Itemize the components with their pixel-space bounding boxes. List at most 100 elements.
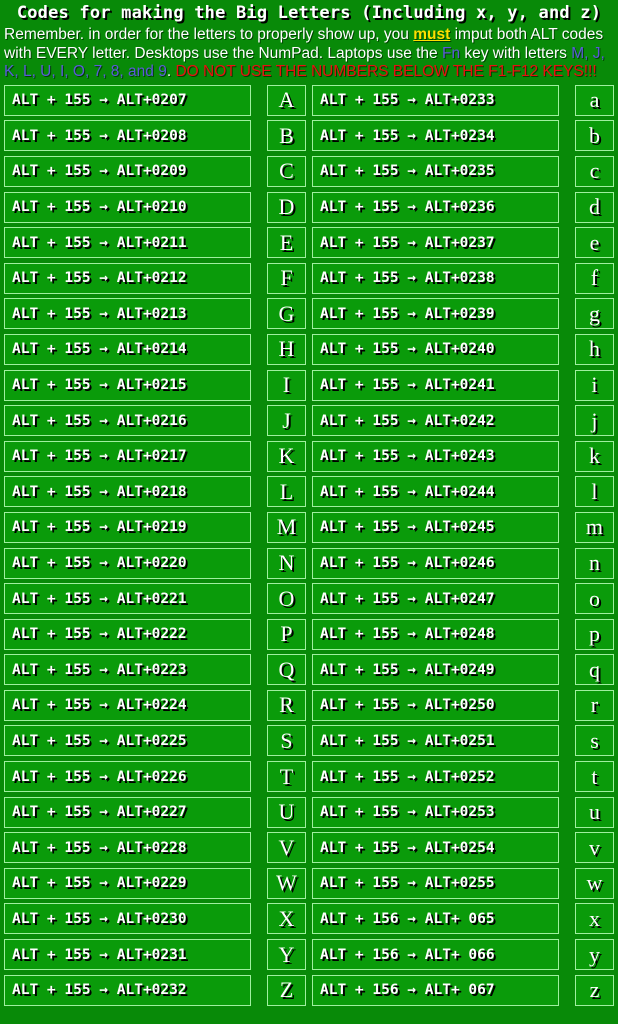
intro-paragraph: Remember. in order for the letters to pr… [0, 26, 618, 82]
lowercase-letter-text: i [591, 372, 598, 398]
table-row: ALT + 155 → ALT+0212 F ALT + 155 → ALT+023… [4, 262, 614, 294]
lowercase-letter-cell: t [574, 761, 614, 793]
lowercase-letter-cell: q [574, 654, 614, 686]
uppercase-code-cell: ALT + 155 → ALT+0212 [4, 262, 251, 294]
uppercase-letter-cell: E [266, 227, 306, 259]
table-row: ALT + 155 → ALT+0232 Z ALT + 156 → ALT+ 06… [4, 974, 614, 1006]
lowercase-code-text: ALT + 155 → ALT+0243 [320, 448, 495, 465]
lowercase-letter-text: k [588, 443, 600, 469]
lowercase-code-text: ALT + 155 → ALT+0237 [320, 234, 495, 251]
lowercase-letter-text: g [588, 300, 600, 326]
lowercase-code-cell: ALT + 155 → ALT+0246 [312, 547, 559, 579]
uppercase-letter-text: N [278, 550, 295, 575]
uppercase-code-cell: ALT + 155 → ALT+0229 [4, 867, 251, 899]
uppercase-letter-cell: O [266, 583, 306, 615]
lowercase-code-cell: ALT + 155 → ALT+0236 [312, 191, 559, 223]
lowercase-code-cell: ALT + 155 → ALT+0233 [312, 84, 559, 116]
uppercase-code-text: ALT + 155 → ALT+0232 [12, 982, 187, 999]
uppercase-letter-text: L [279, 478, 294, 504]
lowercase-code-cell: ALT + 155 → ALT+0249 [312, 654, 559, 686]
lowercase-letter-cell: m [574, 511, 614, 543]
lowercase-letter-text: r [590, 692, 599, 718]
uppercase-code-cell: ALT + 155 → ALT+0209 [4, 155, 251, 187]
uppercase-code-text: ALT + 155 → ALT+0221 [12, 590, 187, 607]
uppercase-letter-cell: U [266, 796, 306, 828]
lowercase-letter-cell: s [574, 725, 614, 757]
uppercase-code-text: ALT + 155 → ALT+0212 [12, 270, 187, 287]
lowercase-letter-cell: h [574, 333, 614, 365]
uppercase-letter-cell: F [266, 262, 306, 294]
lowercase-letter-text: h [588, 336, 600, 362]
uppercase-code-cell: ALT + 155 → ALT+0219 [4, 511, 251, 543]
lowercase-code-text: ALT + 155 → ALT+0255 [320, 875, 495, 892]
uppercase-code-cell: ALT + 155 → ALT+0213 [4, 298, 251, 330]
table-row: ALT + 155 → ALT+0224 R ALT + 155 → ALT+025… [4, 689, 614, 721]
lowercase-letter-text: m [585, 514, 604, 540]
uppercase-code-cell: ALT + 155 → ALT+0223 [4, 654, 251, 686]
lowercase-letter-text: c [589, 158, 600, 184]
table-row: ALT + 155 → ALT+0223 Q ALT + 155 → ALT+024… [4, 654, 614, 686]
fn-key-label: Fn [441, 44, 461, 62]
uppercase-letter-text: O [278, 585, 295, 611]
uppercase-code-text: ALT + 155 → ALT+0208 [12, 127, 187, 144]
uppercase-letter-cell: P [266, 618, 306, 650]
table-row: ALT + 155 → ALT+0222 P ALT + 155 → ALT+024… [4, 618, 614, 650]
uppercase-code-cell: ALT + 155 → ALT+0226 [4, 761, 251, 793]
table-row: ALT + 155 → ALT+0228 V ALT + 155 → ALT+025… [4, 832, 614, 864]
lowercase-code-cell: ALT + 155 → ALT+0238 [312, 262, 559, 294]
uppercase-letter-cell: M [266, 511, 306, 543]
uppercase-letter-cell: Z [266, 974, 306, 1006]
uppercase-letter-cell: R [266, 689, 306, 721]
lowercase-letter-text: d [588, 194, 600, 220]
uppercase-letter-text: T [279, 763, 294, 789]
uppercase-letter-text: K [278, 443, 295, 469]
uppercase-code-text: ALT + 155 → ALT+0230 [12, 910, 187, 927]
uppercase-code-cell: ALT + 155 → ALT+0222 [4, 618, 251, 650]
table-row: ALT + 155 → ALT+0213 G ALT + 155 → ALT+023… [4, 298, 614, 330]
lowercase-code-cell: ALT + 155 → ALT+0250 [312, 689, 559, 721]
header: Codes for making the Big Letters (Includ… [0, 0, 618, 82]
uppercase-letter-text: A [278, 87, 295, 113]
lowercase-letter-cell: g [574, 298, 614, 330]
lowercase-code-cell: ALT + 155 → ALT+0237 [312, 227, 559, 259]
uppercase-code-cell: ALT + 155 → ALT+0217 [4, 440, 251, 472]
uppercase-letter-cell: N [266, 547, 306, 579]
table-row: ALT + 155 → ALT+0218 L ALT + 155 → ALT+024… [4, 476, 614, 508]
lowercase-code-cell: ALT + 155 → ALT+0255 [312, 867, 559, 899]
alt-code-table: ALT + 155 → ALT+0207 A ALT + 155 → ALT+023… [0, 84, 618, 1006]
uppercase-code-cell: ALT + 155 → ALT+0232 [4, 974, 251, 1006]
uppercase-code-cell: ALT + 155 → ALT+0214 [4, 333, 251, 365]
uppercase-letter-text: S [280, 727, 293, 753]
uppercase-code-cell: ALT + 155 → ALT+0221 [4, 583, 251, 615]
uppercase-letter-text: C [279, 158, 294, 184]
uppercase-letter-text: B [279, 122, 294, 148]
table-row: ALT + 155 → ALT+0225 S ALT + 155 → ALT+025… [4, 725, 614, 757]
uppercase-code-text: ALT + 155 → ALT+0213 [12, 305, 187, 322]
lowercase-letter-text: j [591, 407, 598, 433]
lowercase-letter-cell: a [574, 84, 614, 116]
lowercase-letter-cell: e [574, 227, 614, 259]
uppercase-code-cell: ALT + 155 → ALT+0218 [4, 476, 251, 508]
lowercase-letter-text: p [588, 621, 600, 647]
lowercase-letter-text: a [589, 87, 600, 113]
lowercase-letter-cell: l [574, 476, 614, 508]
uppercase-letter-text: H [278, 336, 295, 362]
uppercase-code-cell: ALT + 155 → ALT+0225 [4, 725, 251, 757]
uppercase-letter-cell: J [266, 405, 306, 437]
